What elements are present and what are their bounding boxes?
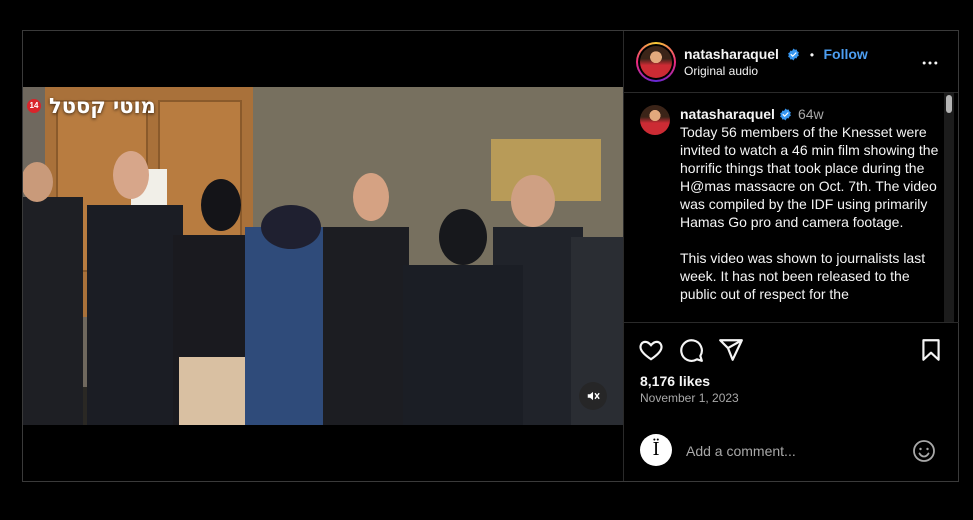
caption-text: Today 56 members of the Knesset were inv… xyxy=(680,124,939,302)
emoji-icon[interactable] xyxy=(912,439,936,463)
verified-badge-icon xyxy=(788,48,800,61)
comment-input[interactable]: Add a comment... xyxy=(686,443,796,459)
media-area: 14 מוטי קסטל xyxy=(23,31,623,481)
likes-count[interactable]: 8,176 likes xyxy=(640,373,710,389)
caption-timestamp[interactable]: 64w xyxy=(798,106,824,122)
current-user-avatar: Ï xyxy=(640,434,672,466)
author-avatar[interactable] xyxy=(636,42,676,82)
video-frame xyxy=(23,87,623,425)
mute-button[interactable] xyxy=(579,382,607,410)
caption-avatar[interactable] xyxy=(640,105,670,135)
video-player[interactable]: 14 מוטי קסטל xyxy=(23,87,623,425)
post-modal: 14 מוטי קסטל natasharaquel • Follow Orig… xyxy=(22,30,959,482)
comment-icon[interactable] xyxy=(678,337,704,363)
caption-area: natasharaquel 64w Today 56 members of th… xyxy=(624,93,959,323)
verified-badge-icon xyxy=(780,108,791,121)
channel-logo: 14 xyxy=(27,99,41,113)
scrollbar-thumb[interactable] xyxy=(946,95,952,113)
post-header: natasharaquel • Follow Original audio xyxy=(624,31,958,93)
caption-username[interactable]: natasharaquel xyxy=(680,106,775,122)
bookmark-icon[interactable] xyxy=(918,337,944,363)
post-date[interactable]: November 1, 2023 xyxy=(640,391,739,405)
video-overlay-text: מוטי קסטל xyxy=(49,94,156,118)
audio-label[interactable]: Original audio xyxy=(684,64,758,78)
more-options-icon[interactable] xyxy=(920,53,940,73)
speaker-muted-icon xyxy=(587,391,600,401)
action-bar xyxy=(624,337,958,367)
caption-scrollbar[interactable] xyxy=(944,93,954,322)
header-separator: • xyxy=(809,48,815,62)
author-username[interactable]: natasharaquel xyxy=(684,46,779,62)
header-author-line: natasharaquel • Follow xyxy=(684,46,868,64)
follow-button[interactable]: Follow xyxy=(824,46,868,62)
post-side-panel: natasharaquel • Follow Original audio na… xyxy=(623,31,959,481)
comment-bar: Ï Add a comment... xyxy=(624,429,958,481)
caption: natasharaquel 64w Today 56 members of th… xyxy=(680,105,942,303)
share-icon[interactable] xyxy=(718,337,744,363)
heart-icon[interactable] xyxy=(638,337,664,363)
